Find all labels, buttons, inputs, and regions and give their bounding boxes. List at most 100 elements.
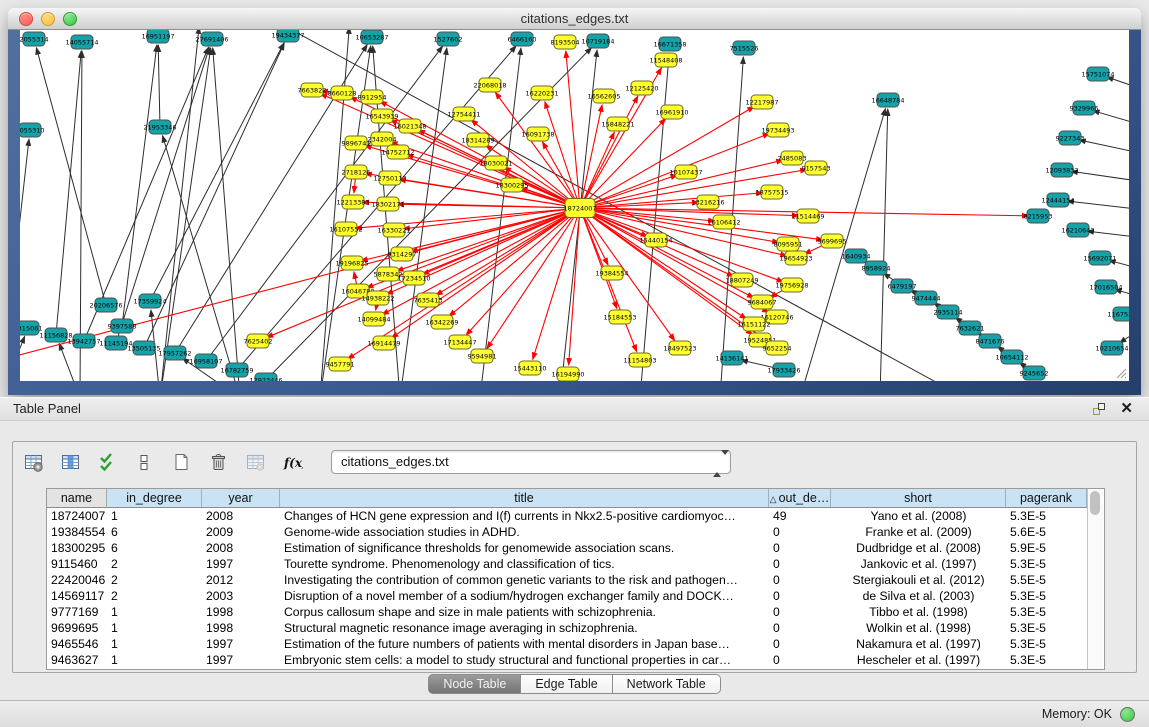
table-cell[interactable]: de Silva et al. (2003) <box>831 588 1006 604</box>
table-cell[interactable]: 49 <box>769 508 831 524</box>
zoom-window-button[interactable] <box>63 12 77 26</box>
table-cell[interactable]: Embryonic stem cells: a model to study s… <box>280 652 769 668</box>
table-cell[interactable]: Jankovic et al. (1997) <box>831 556 1006 572</box>
table-cell[interactable]: 1 <box>107 620 202 636</box>
table-cell[interactable]: 5.3E-5 <box>1006 556 1087 572</box>
tab-network-table[interactable]: Network Table <box>613 674 721 694</box>
table-cell[interactable]: Yano et al. (2008) <box>831 508 1006 524</box>
table-cell[interactable]: Tibbo et al. (1998) <box>831 604 1006 620</box>
table-row[interactable]: 977716911998Corpus callosum shape and si… <box>47 604 1087 620</box>
table-cell[interactable]: Estimation of the future numbers of pati… <box>280 636 769 652</box>
table-scrollbar-thumb[interactable] <box>1090 491 1100 515</box>
table-cell[interactable]: 1998 <box>202 620 280 636</box>
table-cell[interactable]: 0 <box>769 652 831 668</box>
show-columns-icon[interactable] <box>58 450 82 474</box>
table-row[interactable]: 1938455462009Genome-wide association stu… <box>47 524 1087 540</box>
memory-status-icon[interactable] <box>1120 707 1135 722</box>
column-header-in-degree[interactable]: in_degree <box>107 489 202 507</box>
table-cell[interactable]: 2012 <box>202 572 280 588</box>
table-cell[interactable]: 0 <box>769 556 831 572</box>
table-cell[interactable]: 1997 <box>202 652 280 668</box>
table-cell[interactable]: Stergiakouli et al. (2012) <box>831 572 1006 588</box>
table-cell[interactable]: Wolkin et al. (1998) <box>831 620 1006 636</box>
close-panel-icon[interactable]: ✕ <box>1120 398 1133 420</box>
table-cell[interactable]: 5.3E-5 <box>1006 588 1087 604</box>
table-cell[interactable]: 1 <box>107 636 202 652</box>
table-cell[interactable]: 1998 <box>202 604 280 620</box>
table-cell[interactable]: 1 <box>107 604 202 620</box>
table-cell[interactable]: 5.3E-5 <box>1006 620 1087 636</box>
table-cell[interactable]: Estimation of significance thresholds fo… <box>280 540 769 556</box>
table-row[interactable]: 911546021997Tourette syndrome. Phenomeno… <box>47 556 1087 572</box>
table-cell[interactable]: 0 <box>769 588 831 604</box>
table-cell[interactable]: 2008 <box>202 508 280 524</box>
table-row[interactable]: 1830029562008Estimation of significance … <box>47 540 1087 556</box>
table-cell[interactable]: 6 <box>107 524 202 540</box>
table-cell[interactable]: 9777169 <box>47 604 107 620</box>
table-cell[interactable]: 2008 <box>202 540 280 556</box>
table-cell[interactable]: 5.6E-5 <box>1006 524 1087 540</box>
table-cell[interactable]: 0 <box>769 540 831 556</box>
table-cell[interactable]: Nakamura et al. (1997) <box>831 636 1006 652</box>
table-cell[interactable]: Genome-wide association studies in ADHD. <box>280 524 769 540</box>
column-header-pagerank[interactable]: pagerank <box>1006 489 1087 507</box>
table-cell[interactable]: 18724007 <box>47 508 107 524</box>
close-window-button[interactable] <box>19 12 33 26</box>
table-cell[interactable]: 2009 <box>202 524 280 540</box>
network-window-titlebar[interactable]: citations_edges.txt <box>8 8 1141 30</box>
column-header-short[interactable]: short <box>831 489 1006 507</box>
table-row[interactable]: 2242004622012Investigating the contribut… <box>47 572 1087 588</box>
table-cell[interactable]: 2 <box>107 588 202 604</box>
table-cell[interactable]: 9699695 <box>47 620 107 636</box>
table-cell[interactable]: Franke et al. (2009) <box>831 524 1006 540</box>
table-row[interactable]: 1872400712008Changes of HCN gene express… <box>47 508 1087 524</box>
table-cell[interactable]: 1 <box>107 652 202 668</box>
tab-edge-table[interactable]: Edge Table <box>521 674 612 694</box>
table-cell[interactable]: 1997 <box>202 556 280 572</box>
float-panel-icon[interactable] <box>1091 401 1107 417</box>
table-cell[interactable]: 5.3E-5 <box>1006 508 1087 524</box>
table-cell[interactable]: 5.3E-5 <box>1006 652 1087 668</box>
rows-icon[interactable] <box>132 450 156 474</box>
column-header-year[interactable]: year <box>202 489 280 507</box>
table-cell[interactable]: 0 <box>769 604 831 620</box>
tab-node-table[interactable]: Node Table <box>428 674 521 694</box>
table-cell[interactable]: 9115460 <box>47 556 107 572</box>
table-cell[interactable]: Changes of HCN gene expression and I(f) … <box>280 508 769 524</box>
table-cell[interactable]: 22420046 <box>47 572 107 588</box>
table-row[interactable]: 946362711997Embryonic stem cells: a mode… <box>47 652 1087 668</box>
table-scrollbar[interactable] <box>1087 489 1103 669</box>
table-cell[interactable]: 5.3E-5 <box>1006 604 1087 620</box>
table-cell[interactable]: Hescheler et al. (1997) <box>831 652 1006 668</box>
table-cell[interactable]: 0 <box>769 636 831 652</box>
table-cell[interactable]: Dudbridge et al. (2008) <box>831 540 1006 556</box>
minimize-window-button[interactable] <box>41 12 55 26</box>
delete-column-icon[interactable] <box>206 450 230 474</box>
table-cell[interactable]: 2003 <box>202 588 280 604</box>
table-cell[interactable]: 9463627 <box>47 652 107 668</box>
table-cell[interactable]: 9465546 <box>47 636 107 652</box>
table-cell[interactable]: 18300295 <box>47 540 107 556</box>
table-cell[interactable]: Disruption of a novel member of a sodium… <box>280 588 769 604</box>
table-row[interactable]: 1456911722003Disruption of a novel membe… <box>47 588 1087 604</box>
network-graph[interactable]: 2055314140557141695119727691406194343771… <box>20 30 1129 381</box>
table-cell[interactable]: 1997 <box>202 636 280 652</box>
column-header-title[interactable]: title <box>280 489 769 507</box>
table-cell[interactable]: 5.3E-5 <box>1006 636 1087 652</box>
create-column-icon[interactable] <box>169 450 193 474</box>
select-all-icon[interactable] <box>95 450 119 474</box>
table-cell[interactable]: 2 <box>107 556 202 572</box>
function-builder-icon[interactable]: f(x) <box>280 450 304 474</box>
table-cell[interactable]: Tourette syndrome. Phenomenology and cla… <box>280 556 769 572</box>
table-options-icon[interactable] <box>21 450 45 474</box>
table-cell[interactable]: Corpus callosum shape and size in male p… <box>280 604 769 620</box>
table-cell[interactable]: 5.5E-5 <box>1006 572 1087 588</box>
table-cell[interactable]: 14569117 <box>47 588 107 604</box>
table-cell[interactable]: 2 <box>107 572 202 588</box>
network-table-select[interactable]: citations_edges.txt <box>331 450 731 474</box>
table-cell[interactable]: 1 <box>107 508 202 524</box>
table-cell[interactable]: 6 <box>107 540 202 556</box>
table-cell[interactable]: 19384554 <box>47 524 107 540</box>
table-row[interactable]: 969969511998Structural magnetic resonanc… <box>47 620 1087 636</box>
table-cell[interactable]: 0 <box>769 572 831 588</box>
